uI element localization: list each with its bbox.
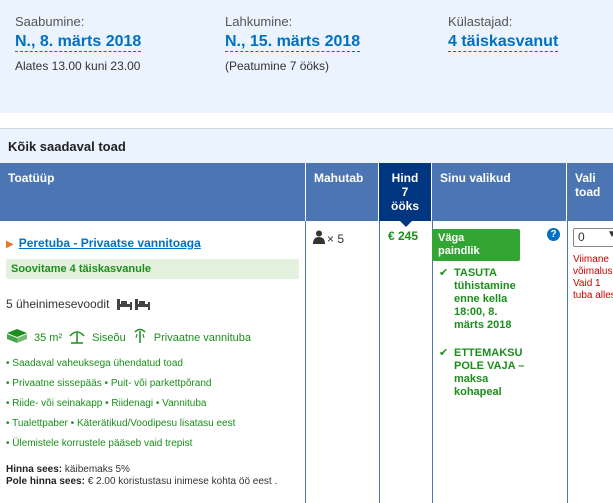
caret-right-icon: ▶	[6, 239, 14, 250]
checkin-date-link[interactable]: N., 8. märts 2018	[15, 33, 142, 52]
warn-line4: tuba alles	[573, 290, 613, 301]
col-price-line3: ööks	[390, 199, 419, 213]
included-value: käibemaks 5%	[62, 464, 130, 475]
checkout-date-link[interactable]: N., 15. märts 2018	[225, 33, 361, 52]
checkout-summary: Lahkumine: N., 15. märts 2018 (Peatumine…	[225, 14, 361, 73]
capacity-count: × 5	[327, 231, 345, 246]
check-icon: ✔	[439, 347, 449, 359]
list-item: Saadaval vaheuksega ühendatud toad	[6, 354, 235, 374]
section-title: Kõik saadaval toad	[0, 128, 613, 163]
included-label: Hinna sees:	[6, 464, 63, 475]
room-quantity-value: 0	[578, 230, 585, 244]
checkin-summary: Saabumine: N., 8. märts 2018 Alates 13.0…	[15, 14, 142, 73]
room-name-text: Peretuba - Privaatse vannitoaga	[18, 236, 201, 250]
not-included-label: Pole hinna sees:	[6, 476, 85, 487]
room-facilities: 35 m² Siseõu Privaatne vannituba	[6, 328, 257, 347]
check-icon: ✔	[439, 267, 449, 279]
checkin-label: Saabumine:	[15, 14, 85, 29]
not-included-value: € 2.00 koristustasu inimese kohta öö ees…	[84, 476, 278, 487]
guests-label: Külastajad:	[448, 14, 513, 29]
list-item: Tualettpaber • Käterätikud/Voodipesu lis…	[6, 414, 235, 434]
person-icon	[313, 230, 325, 247]
bathroom-label: Privaatne vannituba	[153, 331, 251, 344]
col-price: Hind 7 ööks	[379, 163, 432, 227]
col-select-line2: toad	[575, 185, 601, 199]
list-item: Ülemistele korrustele pääseb vaid trepis…	[6, 434, 235, 454]
search-summary: Saabumine: N., 8. märts 2018 Alates 13.0…	[0, 0, 613, 113]
divider	[432, 221, 433, 503]
room-size: 35 m²	[34, 331, 63, 344]
col-price-line1: Hind	[391, 171, 419, 185]
stay-length: (Peatumine 7 ööks)	[225, 59, 330, 73]
bathroom-icon	[132, 328, 148, 347]
warn-line2: võimalus!	[573, 266, 613, 277]
divider	[379, 221, 380, 503]
chevron-down-icon: ▼	[607, 229, 613, 240]
help-icon[interactable]: ?	[547, 228, 560, 241]
checkin-time: Alates 13.00 kuni 23.00	[15, 59, 141, 73]
bed-info: 5 üheinimesevoodit	[6, 297, 152, 313]
no-prepayment: ✔ ETTEMAKSU POLE VAJA – maksa kohapeal	[439, 347, 529, 399]
courtyard-icon	[68, 328, 86, 347]
not-included-line: Pole hinna sees: € 2.00 koristustasu ini…	[6, 476, 302, 488]
capacity: × 5	[313, 230, 344, 247]
badge-line1: Väga	[438, 232, 465, 244]
bed-count: 5 üheinimesevoodit	[6, 297, 110, 311]
rooms-table-header: Toatüüp Mahutab Hind 7 ööks Sinu valikud…	[0, 163, 613, 227]
room-size-icon	[6, 328, 28, 347]
feature-list: Saadaval vaheuksega ühendatud toad Priva…	[6, 354, 235, 454]
col-price-line2: 7	[401, 185, 409, 199]
price-inclusions: Hinna sees: käibemaks 5% Pole hinna sees…	[6, 464, 302, 488]
room-name-link[interactable]: ▶ Peretuba - Privaatse vannitoaga	[6, 236, 201, 250]
list-item: Privaatne sissepääs • Puit- või parkettp…	[6, 374, 235, 394]
room-price: € 245	[388, 229, 419, 243]
free-cancellation: ✔ TASUTA tühistamine enne kella 18:00, 8…	[439, 267, 529, 332]
checkout-label: Lahkumine:	[225, 14, 293, 29]
divider	[567, 221, 568, 503]
recommendation-badge: Soovitame 4 täiskasvanule	[6, 259, 299, 279]
courtyard-label: Siseõu	[92, 331, 126, 344]
scarcity-warning: Viimane võimalus! Vaid 1 tuba alles	[573, 254, 613, 302]
col-room-type: Toatüüp	[0, 163, 306, 221]
no-prepayment-text: ETTEMAKSU POLE VAJA – maksa kohapeal	[454, 347, 525, 398]
included-line: Hinna sees: käibemaks 5%	[6, 464, 302, 476]
warn-line1: Viimane	[573, 254, 609, 265]
badge-line2: paindlik	[438, 245, 480, 257]
room-quantity-select[interactable]: 0 ▼	[573, 228, 613, 247]
flexible-badge: Väga paindlik	[432, 229, 520, 261]
col-choices: Sinu valikud	[432, 163, 567, 221]
col-select-line1: Vali	[575, 171, 596, 185]
free-cancellation-text: TASUTA tühistamine enne kella 18:00, 8. …	[454, 267, 516, 331]
divider	[305, 221, 306, 503]
list-item: Riide- või seinakapp • Riidenagi • Vanni…	[6, 394, 235, 414]
single-bed-icon	[116, 298, 152, 313]
warn-line3: Vaid 1	[573, 278, 601, 289]
col-select: Vali toad	[567, 163, 613, 221]
guests-summary: Külastajad: 4 täiskasvanut	[448, 14, 559, 52]
guests-link[interactable]: 4 täiskasvanut	[448, 33, 559, 52]
col-capacity: Mahutab	[306, 163, 379, 221]
